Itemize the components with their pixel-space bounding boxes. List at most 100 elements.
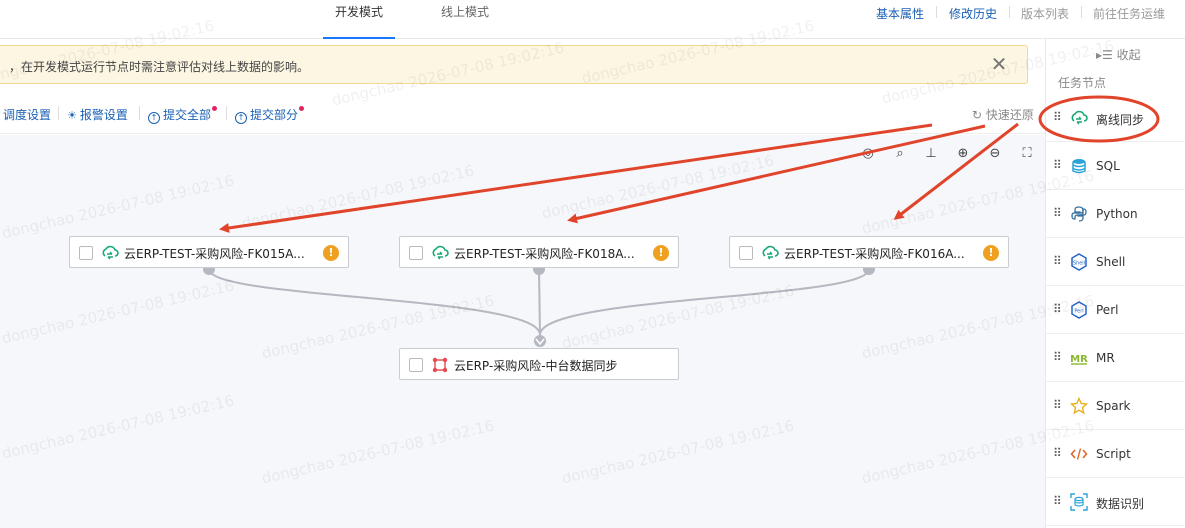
code-icon [1070, 448, 1088, 460]
drag-handle-icon[interactable]: ⠿ [1053, 446, 1062, 460]
submit-part-label: 提交部分 [250, 108, 299, 122]
panel-item-label: Shell [1096, 255, 1126, 269]
mr-icon: MR [1070, 354, 1088, 365]
drag-handle-icon[interactable]: ⠿ [1053, 302, 1062, 316]
shell-icon: Shell [1071, 253, 1087, 271]
locate-icon[interactable]: ◎ [860, 146, 876, 162]
node-label: 云ERP-TEST-采购风险-FK018A... [454, 247, 635, 261]
alarm-settings-button[interactable]: ☀ 报警设置 [67, 106, 128, 123]
dag-node-fk018[interactable]: 云ERP-TEST-采购风险-FK018A... ! [399, 236, 679, 268]
node-checkbox[interactable] [79, 246, 93, 260]
submit-all-label: 提交全部 [163, 108, 212, 122]
python-icon [1071, 206, 1087, 222]
dag-canvas[interactable] [0, 135, 1045, 528]
divider [139, 106, 140, 120]
layout-tree-icon[interactable]: ⊥ [923, 146, 939, 162]
submit-all-button[interactable]: ↑ 提交全部 [148, 106, 211, 124]
drag-handle-icon[interactable]: ⠿ [1053, 398, 1062, 412]
panel-item-data-recognition[interactable]: ⠿ 数据识别 [1046, 479, 1185, 526]
data-recognition-icon [1070, 493, 1088, 511]
alarm-icon: ☀ [67, 109, 77, 122]
fullscreen-icon[interactable]: ⛶ [1019, 146, 1035, 162]
node-label: 云ERP-采购风险-中台数据同步 [454, 359, 618, 373]
schedule-settings-button[interactable]: 调度设置 [3, 106, 51, 123]
svg-text:Perl: Perl [1074, 309, 1083, 315]
cloud-sync-icon [102, 245, 119, 260]
panel-item-perl[interactable]: ⠿ Perl Perl [1046, 287, 1185, 334]
quick-restore-button[interactable]: ↻ 快速还原 [972, 106, 1034, 123]
basic-properties-link[interactable]: 基本属性 [876, 5, 924, 22]
zoom-in-icon[interactable]: ⊕ [955, 146, 971, 162]
schedule-settings-label: 调度设置 [3, 108, 52, 122]
modify-history-link[interactable]: 修改历史 [949, 5, 997, 22]
refresh-icon: ↻ [972, 108, 983, 122]
divider [226, 106, 227, 120]
panel-item-label: Python [1096, 207, 1138, 221]
upload-icon: ↑ [235, 112, 247, 124]
warning-banner: ，在开发模式运行节点时需注意评估对线上数据的影响。 ✕ [0, 45, 1028, 84]
cloud-sync-icon [432, 245, 449, 260]
cloud-sync-icon [1071, 110, 1088, 125]
panel-title: 任务节点 [1058, 76, 1107, 90]
collapse-icon: ▸☰ [1096, 48, 1113, 62]
version-list-link[interactable]: 版本列表 [1021, 5, 1069, 22]
collapse-button[interactable]: ▸☰ 收起 [1096, 46, 1141, 63]
task-ops-link[interactable]: 前往任务运维 [1093, 5, 1165, 22]
drag-handle-icon[interactable]: ⠿ [1053, 254, 1062, 268]
node-checkbox[interactable] [409, 358, 423, 372]
panel-item-label: Script [1096, 447, 1131, 461]
drag-handle-icon[interactable]: ⠿ [1053, 350, 1062, 364]
panel-item-script[interactable]: ⠿ Script [1046, 431, 1185, 478]
panel-item-spark[interactable]: ⠿ Spark [1046, 383, 1185, 430]
divider [1009, 6, 1010, 18]
toolbar: 调度设置 ☀ 报警设置 ↑ 提交全部 ↑ 提交部分 [0, 94, 1045, 134]
node-checkbox[interactable] [739, 246, 753, 260]
panel-item-mr[interactable]: ⠿ MR MR [1046, 335, 1185, 382]
divider [58, 106, 59, 120]
warning-icon: ! [653, 245, 669, 261]
tab-dev-mode[interactable]: 开发模式 [323, 0, 395, 39]
upload-icon: ↑ [148, 112, 160, 124]
node-label: 云ERP-TEST-采购风险-FK015A... [124, 247, 305, 261]
quick-restore-label: 快速还原 [985, 108, 1034, 122]
drag-handle-icon[interactable]: ⠿ [1053, 158, 1062, 172]
submit-all-badge [212, 106, 217, 111]
virtual-node-icon [432, 357, 448, 373]
banner-text: ，在开发模式运行节点时需注意评估对线上数据的影响。 [9, 60, 310, 74]
close-icon[interactable]: ✕ [988, 53, 1010, 75]
node-label: 云ERP-TEST-采购风险-FK016A... [784, 247, 965, 261]
divider [1081, 6, 1082, 18]
star-icon [1070, 397, 1088, 415]
panel-item-label: Spark [1096, 399, 1131, 413]
workflow-editor: 开发模式 线上模式 基本属性 修改历史 版本列表 前往任务运维 ，在开发模式运行… [0, 0, 1185, 528]
panel-item-label: 离线同步 [1096, 113, 1145, 127]
search-icon[interactable]: ⌕ [892, 146, 908, 162]
zoom-out-icon[interactable]: ⊖ [987, 146, 1003, 162]
warning-icon: ! [983, 245, 999, 261]
node-checkbox[interactable] [409, 246, 423, 260]
dag-node-hub-sync[interactable]: 云ERP-采购风险-中台数据同步 [399, 348, 679, 380]
dag-node-fk015[interactable]: 云ERP-TEST-采购风险-FK015A... ! [69, 236, 349, 268]
svg-text:Shell: Shell [1073, 261, 1085, 267]
cloud-sync-icon [762, 245, 779, 260]
panel-item-label: SQL [1096, 159, 1120, 173]
dag-node-fk016[interactable]: 云ERP-TEST-采购风险-FK016A... ! [729, 236, 1009, 268]
alarm-settings-label: 报警设置 [79, 108, 128, 122]
drag-handle-icon[interactable]: ⠿ [1053, 110, 1062, 124]
drag-handle-icon[interactable]: ⠿ [1053, 494, 1062, 508]
panel-item-shell[interactable]: ⠿ Shell Shell [1046, 239, 1185, 286]
panel-item-offline-sync[interactable]: ⠿ 离线同步 [1046, 95, 1185, 142]
drag-handle-icon[interactable]: ⠿ [1053, 206, 1062, 220]
panel-item-sql[interactable]: ⠿ SQL [1046, 143, 1185, 190]
warning-icon: ! [323, 245, 339, 261]
panel-item-label: MR [1096, 351, 1115, 365]
panel-item-python[interactable]: ⠿ Python [1046, 191, 1185, 238]
panel-item-label: Perl [1096, 303, 1119, 317]
submit-part-button[interactable]: ↑ 提交部分 [235, 106, 298, 124]
tab-online-mode[interactable]: 线上模式 [429, 0, 501, 39]
divider [936, 6, 937, 18]
panel-item-label: 数据识别 [1096, 497, 1145, 511]
submit-part-badge [299, 106, 304, 111]
database-icon [1072, 159, 1086, 174]
top-bar: 开发模式 线上模式 基本属性 修改历史 版本列表 前往任务运维 [0, 0, 1185, 39]
